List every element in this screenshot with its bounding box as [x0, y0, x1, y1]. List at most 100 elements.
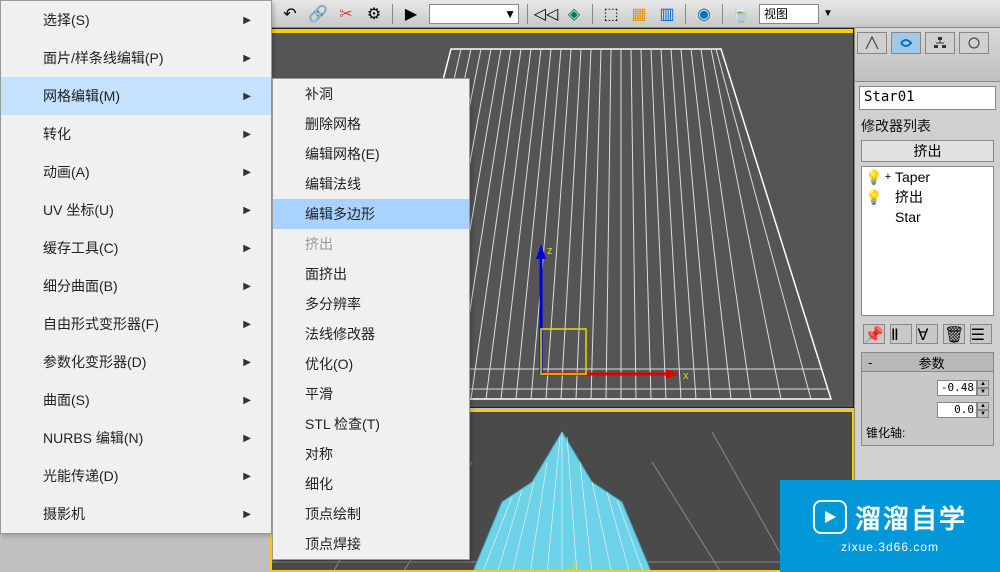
submenu-vertex-weld[interactable]: 顶点焊接	[273, 529, 469, 559]
layers-icon[interactable]: ▦	[627, 2, 651, 26]
chevron-right-icon: ▶	[243, 319, 251, 330]
stack-row-extrude[interactable]: 💡 挤出	[862, 187, 993, 207]
svg-text:z: z	[547, 245, 553, 257]
rollup-params-header[interactable]: -参数	[861, 352, 994, 372]
show-result-button[interactable]: Ⅱ	[890, 324, 912, 344]
modifier-menu: 选择(S)▶ 面片/样条线编辑(P)▶ 网格编辑(M)▶ 转化▶ 动画(A)▶ …	[0, 0, 272, 534]
menu-select[interactable]: 选择(S)▶	[1, 1, 271, 39]
tab-motion[interactable]	[959, 32, 989, 54]
svg-text:x: x	[683, 370, 689, 382]
submenu-symmetry[interactable]: 对称	[273, 439, 469, 469]
menu-animation[interactable]: 动画(A)▶	[1, 153, 271, 191]
submenu-stl-check[interactable]: STL 检查(T)	[273, 409, 469, 439]
chevron-right-icon: ▶	[243, 395, 251, 406]
submenu-cap-holes[interactable]: 补洞	[273, 79, 469, 109]
submenu-multires[interactable]: 多分辨率	[273, 289, 469, 319]
material-icon[interactable]: ◉	[692, 2, 716, 26]
submenu-extrude[interactable]: 挤出	[273, 229, 469, 259]
spinner-down-icon[interactable]: ▼	[977, 410, 989, 418]
unlink-icon[interactable]: ✂	[334, 2, 358, 26]
chevron-right-icon: ▶	[243, 53, 251, 64]
schematic-icon[interactable]: ▥	[655, 2, 679, 26]
spinner-up-icon[interactable]: ▲	[977, 402, 989, 410]
submenu-vertex-paint[interactable]: 顶点绘制	[273, 499, 469, 529]
link-icon[interactable]: 🔗	[306, 2, 330, 26]
modifier-stack[interactable]: 💡+ Taper 💡 挤出 Star	[861, 166, 994, 316]
stack-row-taper[interactable]: 💡+ Taper	[862, 167, 993, 187]
chevron-right-icon: ▶	[243, 471, 251, 482]
next-icon[interactable]: ◈	[562, 2, 586, 26]
stack-row-star[interactable]: Star	[862, 207, 993, 227]
menu-uv-coord[interactable]: UV 坐标(U)▶	[1, 191, 271, 229]
mesh-edit-submenu: 补洞 删除网格 编辑网格(E) 编辑法线 编辑多边形 挤出 面挤出 多分辨率 法…	[272, 78, 470, 560]
submenu-face-extrude[interactable]: 面挤出	[273, 259, 469, 289]
amount-spinner[interactable]: -0.48	[937, 380, 977, 396]
chevron-right-icon: ▶	[243, 205, 251, 216]
tab-hierarchy[interactable]	[925, 32, 955, 54]
chevron-right-icon: ▶	[243, 91, 251, 102]
modifier-list-label: 修改器列表	[861, 116, 994, 136]
submenu-edit-poly[interactable]: 编辑多边形	[273, 199, 469, 229]
tab-create[interactable]	[857, 32, 887, 54]
chevron-right-icon: ▶	[243, 281, 251, 292]
submenu-edit-normals[interactable]: 编辑法线	[273, 169, 469, 199]
menu-subdiv-surface[interactable]: 细分曲面(B)▶	[1, 267, 271, 305]
selection-filter-combo[interactable]: ▼	[429, 4, 519, 24]
chevron-right-icon: ▶	[243, 15, 251, 26]
watermark-title: 溜溜自学	[855, 499, 967, 536]
play-icon	[813, 500, 847, 534]
menu-surface[interactable]: 曲面(S)▶	[1, 381, 271, 419]
submenu-smooth[interactable]: 平滑	[273, 379, 469, 409]
watermark: 溜溜自学 zixue.3d66.com	[780, 480, 1000, 572]
menu-mesh-edit[interactable]: 网格编辑(M)▶	[1, 77, 271, 115]
minus-icon: -	[868, 355, 872, 370]
menu-radiosity[interactable]: 光能传递(D)▶	[1, 457, 271, 495]
bulb-icon: 💡	[865, 169, 881, 186]
submenu-optimize[interactable]: 优化(O)	[273, 349, 469, 379]
align-icon[interactable]: ⬚	[599, 2, 623, 26]
chevron-right-icon: ▶	[243, 167, 251, 178]
view-combo[interactable]: 视图	[759, 4, 819, 24]
tab-modify[interactable]	[891, 32, 921, 54]
menu-patch-spline-edit[interactable]: 面片/样条线编辑(P)▶	[1, 39, 271, 77]
spinner-down-icon[interactable]: ▼	[977, 388, 989, 396]
watermark-url: zixue.3d66.com	[813, 540, 967, 554]
unique-button[interactable]: ∀	[916, 324, 938, 344]
prev-icon[interactable]: ◁◁	[534, 2, 558, 26]
chevron-right-icon: ▶	[243, 433, 251, 444]
chevron-right-icon: ▶	[243, 129, 251, 140]
taper-axis-label: 锥化轴:	[866, 424, 989, 441]
chevron-right-icon: ▶	[243, 357, 251, 368]
spinner-up-icon[interactable]: ▲	[977, 380, 989, 388]
chevron-right-icon: ▶	[243, 243, 251, 254]
gizmo-icon: x z	[536, 244, 689, 382]
curve-spinner[interactable]: 0.0	[937, 402, 977, 418]
bulb-icon: 💡	[865, 189, 881, 206]
menu-camera[interactable]: 摄影机▶	[1, 495, 271, 533]
submenu-tessellate[interactable]: 细化	[273, 469, 469, 499]
rollup-params-body: -0.48▲▼ 0.0▲▼ 锥化轴:	[861, 372, 994, 446]
expand-icon[interactable]: +	[881, 171, 895, 183]
svg-text:z: z	[572, 561, 578, 572]
menu-cache-tools[interactable]: 缓存工具(C)▶	[1, 229, 271, 267]
modifier-dropdown[interactable]: 挤出	[861, 140, 994, 162]
configure-button[interactable]: ☰	[970, 324, 992, 344]
menu-freeform-deformer[interactable]: 自由形式变形器(F)▶	[1, 305, 271, 343]
render-icon[interactable]: 🍵	[729, 2, 753, 26]
menu-parametric-deformer[interactable]: 参数化变形器(D)▶	[1, 343, 271, 381]
object-name-field[interactable]: Star01	[859, 86, 996, 110]
chevron-right-icon: ▶	[243, 509, 251, 520]
undo-icon[interactable]: ↶	[278, 2, 302, 26]
submenu-delete-mesh[interactable]: 删除网格	[273, 109, 469, 139]
panel-tabs	[855, 28, 1000, 82]
remove-button[interactable]: 🗑	[943, 324, 965, 344]
menu-convert[interactable]: 转化▶	[1, 115, 271, 153]
pin-stack-button[interactable]: 📌	[863, 324, 885, 344]
bind-icon[interactable]: ⚙	[362, 2, 386, 26]
menu-nurbs-edit[interactable]: NURBS 编辑(N)▶	[1, 419, 271, 457]
submenu-normal-modifier[interactable]: 法线修改器	[273, 319, 469, 349]
main-toolbar: ↶ 🔗 ✂ ⚙ ▶ ▼ ◁◁ ◈ ⬚ ▦ ▥ ◉ 🍵 视图 ▼	[272, 0, 1000, 28]
stack-toolbar: 📌 Ⅱ ∀ 🗑 ☰	[861, 320, 994, 348]
submenu-edit-mesh[interactable]: 编辑网格(E)	[273, 139, 469, 169]
cursor-icon[interactable]: ▶	[399, 2, 423, 26]
